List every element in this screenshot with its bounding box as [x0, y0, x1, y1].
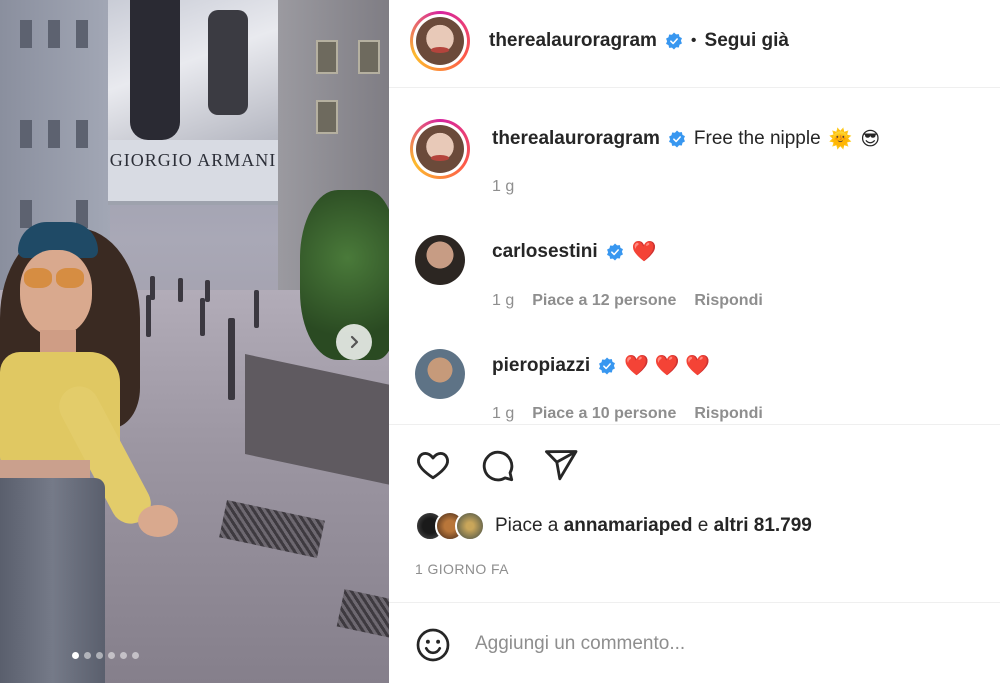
billboard: GIORGIO ARMANI — [108, 0, 278, 205]
carousel-dots — [72, 652, 139, 659]
likes-others[interactable]: altri 81.799 — [714, 515, 812, 536]
verified-badge-icon — [668, 130, 685, 148]
comment-likes[interactable]: Piace a 10 persone — [532, 405, 676, 423]
post-photo[interactable]: GIORGIO ARMANI — [0, 0, 389, 683]
carousel-dot-5[interactable] — [120, 652, 127, 659]
comment-text: ❤️ ❤️ ❤️ — [624, 355, 711, 377]
post-sidebar: therealauroragram • Segui già therealaur… — [389, 0, 1000, 683]
author-username[interactable]: therealauroragram — [489, 30, 657, 52]
billboard-brand: GIORGIO ARMANI — [109, 150, 277, 170]
likes-user[interactable]: annamariaped — [564, 515, 693, 536]
comment-time[interactable]: 1 g — [492, 292, 514, 310]
following-button[interactable]: Segui già — [705, 30, 789, 52]
carousel-dot-2[interactable] — [84, 652, 91, 659]
commenter-avatar[interactable] — [415, 349, 465, 399]
add-comment-bar — [389, 602, 1000, 683]
comment-username[interactable]: pieropiazzi — [492, 355, 590, 377]
comment-meta: 1 g Piace a 10 persone Rispondi — [492, 405, 763, 423]
likes-prefix: Piace a — [495, 515, 559, 536]
caption-username[interactable]: therealauroragram — [492, 128, 660, 150]
post-header: therealauroragram • Segui già — [389, 0, 1000, 88]
caption-avatar[interactable] — [410, 119, 470, 179]
person-face — [20, 250, 92, 336]
header-separator: • — [690, 32, 697, 49]
sunglasses-emoji: 😎 — [860, 128, 881, 150]
comment-input[interactable] — [475, 629, 955, 659]
post-actions: Piace a annamariaped e altri 81.799 1 GI… — [389, 424, 1000, 602]
liker-avatars — [415, 511, 485, 541]
chevron-right-icon — [350, 335, 359, 349]
carousel-dot-3[interactable] — [96, 652, 103, 659]
caption-text: Free the nipple — [693, 128, 821, 149]
likes-text: Piace a annamariaped e altri 81.799 — [495, 515, 812, 537]
comment-text: ❤️ — [631, 241, 657, 263]
instagram-post-dialog: GIORGIO ARMANI therealauroragram • Segui… — [0, 0, 1000, 683]
comments-list[interactable]: therealauroragram Free the nipple 🌞 😎 1 … — [389, 89, 1000, 424]
verified-badge-icon — [599, 356, 616, 375]
comment-likes[interactable]: Piace a 12 persone — [532, 292, 676, 310]
sun-emoji: 🌞 — [828, 129, 853, 150]
post-timestamp[interactable]: 1 GIORNO FA — [415, 561, 509, 577]
carousel-dot-6[interactable] — [132, 652, 139, 659]
caption-time[interactable]: 1 g — [492, 178, 514, 196]
caption-meta: 1 g — [492, 178, 514, 196]
sunglasses — [24, 268, 86, 290]
caption: therealauroragram Free the nipple 🌞 😎 — [492, 127, 880, 151]
comment-1: carlosestini ❤️ — [492, 239, 657, 264]
heart-icon[interactable] — [415, 447, 451, 483]
likes-conj: e — [697, 515, 709, 536]
likes-summary[interactable]: Piace a annamariaped e altri 81.799 — [415, 511, 812, 541]
reply-button[interactable]: Rispondi — [694, 405, 762, 423]
commenter-avatar[interactable] — [415, 235, 465, 285]
paper-plane-icon[interactable] — [543, 447, 579, 483]
verified-badge-icon — [665, 32, 682, 50]
liker-avatar — [455, 511, 485, 541]
comment-2: pieropiazzi ❤️ ❤️ ❤️ — [492, 353, 710, 378]
comment-time[interactable]: 1 g — [492, 405, 514, 423]
comment-username[interactable]: carlosestini — [492, 241, 598, 263]
carousel-next-button[interactable] — [336, 324, 372, 360]
comment-bubble-icon[interactable] — [479, 447, 515, 483]
carousel-dot-1[interactable] — [72, 652, 79, 659]
carousel-dot-4[interactable] — [108, 652, 115, 659]
verified-badge-icon — [606, 242, 623, 261]
comment-meta: 1 g Piace a 12 persone Rispondi — [492, 292, 763, 310]
smiley-icon[interactable] — [415, 627, 451, 663]
reply-button[interactable]: Rispondi — [694, 292, 762, 310]
author-avatar[interactable] — [410, 11, 470, 71]
